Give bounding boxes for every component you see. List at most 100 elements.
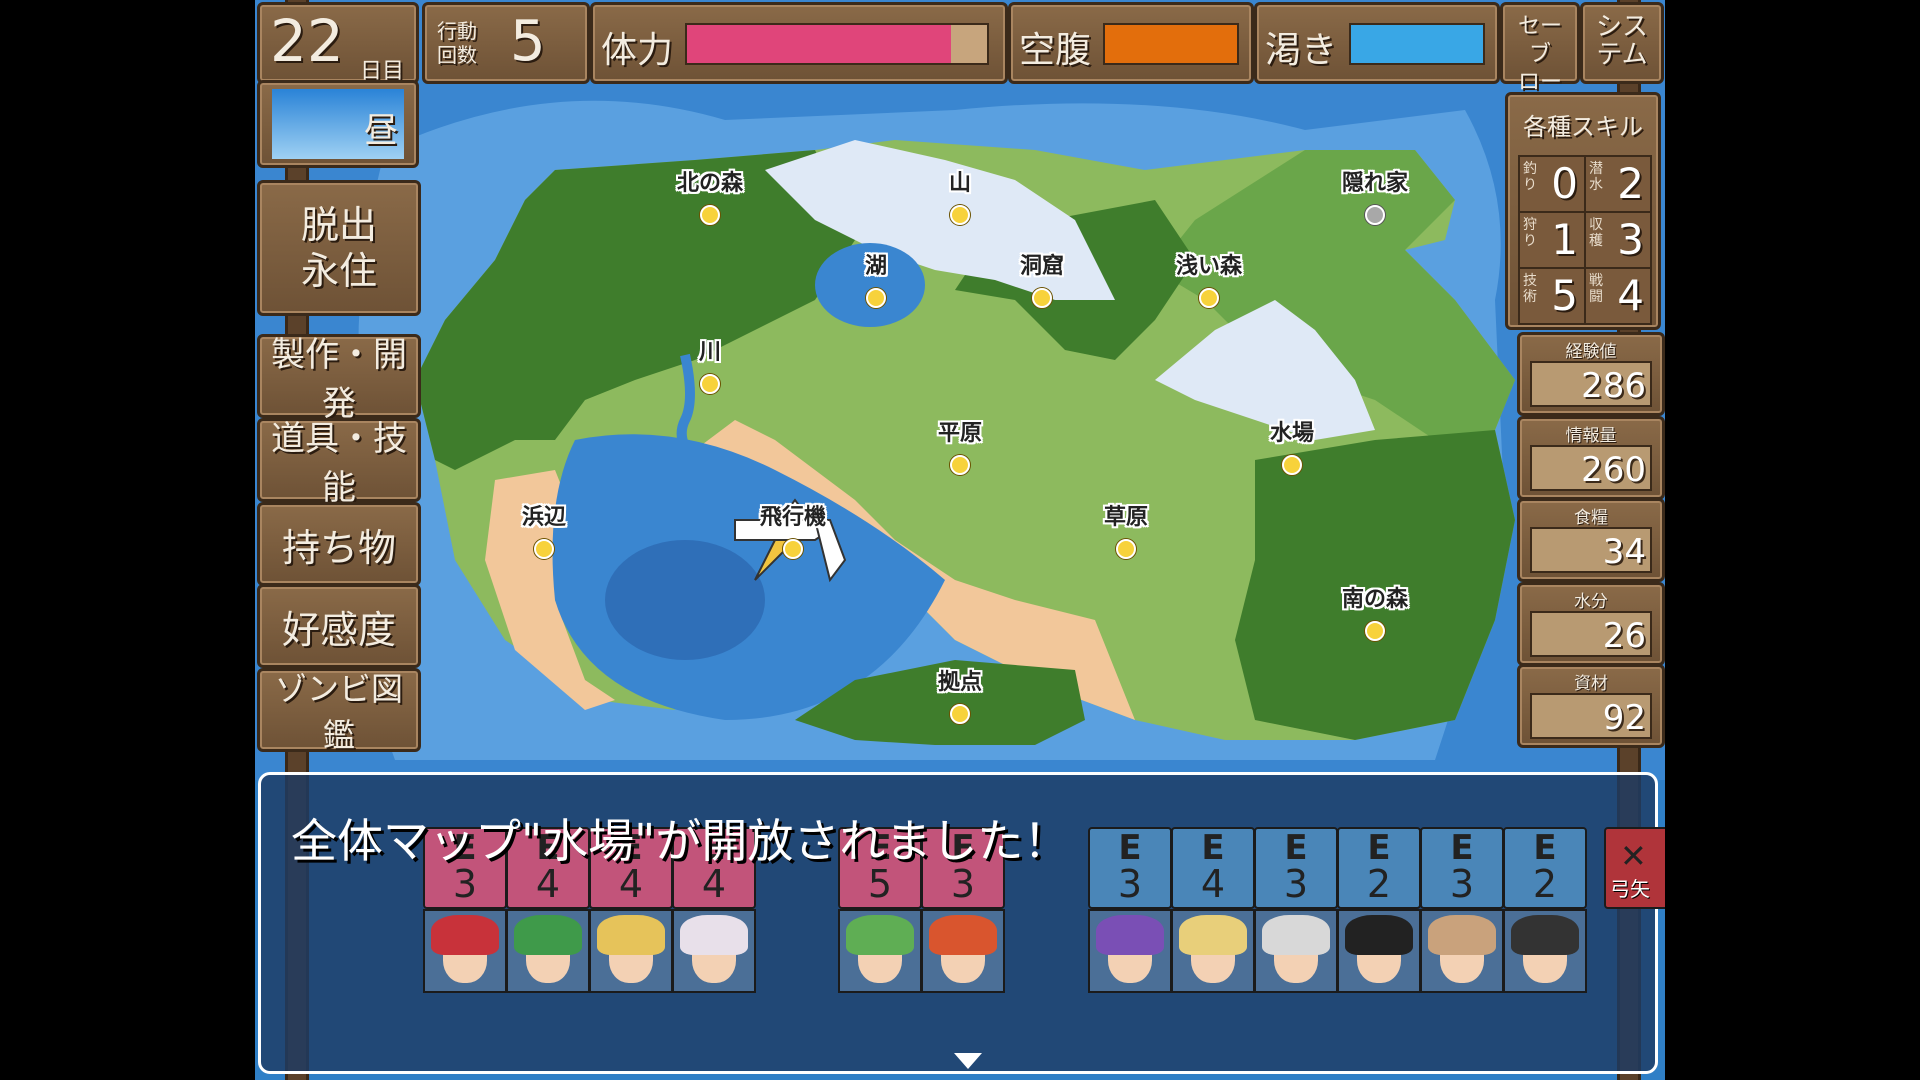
party-member-portrait[interactable] [672, 909, 756, 993]
hair [929, 915, 997, 955]
equipment-card[interactable]: E3 [1420, 827, 1504, 909]
party-member-portrait[interactable] [1088, 909, 1172, 993]
skill-hunting: 狩り 1 [1518, 211, 1586, 269]
world-map [255, 0, 1665, 780]
skill-fishing: 釣り 0 [1518, 155, 1586, 213]
save-load-button[interactable]: セーブ ロード [1500, 2, 1580, 123]
actions-panel: 行動 回数 5 [422, 2, 590, 84]
equipment-count: 4 [1200, 862, 1226, 906]
inventory-button[interactable]: 持ち物 [257, 502, 421, 586]
message-window[interactable]: 全体マップ"水場"が開放されました！ E3E4E4E4E5E3E3E4E3E2E… [258, 772, 1665, 1074]
party-member-portrait[interactable] [506, 909, 590, 993]
location-label: 浜辺 [521, 505, 567, 530]
party-member-portrait[interactable] [589, 909, 673, 993]
info-box: 情報量 260 [1517, 416, 1665, 500]
game-screen: 北の森 山 隠れ家 湖 洞窟 浅い森 川 平原 水場 浜辺 飛行機 草原 南の森… [255, 0, 1665, 1080]
location-label: 湖 [864, 254, 888, 279]
location-beach[interactable]: 浜辺 [522, 499, 566, 559]
info-value: 260 [1530, 445, 1652, 491]
equipment-count: 2 [1366, 862, 1392, 906]
weapon-slot[interactable]: ✕ 弓矢 [1604, 827, 1665, 909]
party-member-portrait[interactable] [921, 909, 1005, 993]
location-shallow-forest[interactable]: 浅い森 [1176, 248, 1242, 308]
equipment-rank: E [1367, 828, 1391, 868]
hunger-label: 空腹 [1019, 30, 1092, 71]
weapon-label: 弓矢 [1610, 877, 1650, 901]
bow-arrow-icon: ✕ [1620, 837, 1647, 875]
location-dot [949, 205, 970, 225]
day-panel: 22 日目 [257, 2, 419, 84]
location-plains[interactable]: 平原 [938, 415, 982, 475]
escape-settle-button[interactable]: 脱出 永住 [257, 180, 421, 316]
location-water-spot[interactable]: 水場 [1270, 415, 1314, 475]
location-mountain[interactable]: 山 [949, 165, 971, 225]
location-airplane[interactable]: 飛行機 [760, 499, 826, 559]
water-label: 水分 [1574, 592, 1608, 612]
materials-box: 資材 92 [1517, 664, 1665, 748]
hunger-fill [1105, 25, 1237, 63]
location-hideout[interactable]: 隠れ家 [1342, 165, 1408, 225]
thirst-fill [1351, 25, 1483, 63]
hair [1262, 915, 1330, 955]
skill-diving: 潜水 2 [1584, 155, 1652, 213]
tools-skills-button[interactable]: 道具・技能 [257, 418, 421, 508]
equipment-rank: E [1118, 828, 1142, 868]
equipment-rank: E [1284, 828, 1308, 868]
party-member-portrait[interactable] [423, 909, 507, 993]
party-member-portrait[interactable] [1171, 909, 1255, 993]
party-member-portrait[interactable] [1254, 909, 1338, 993]
exp-value: 286 [1530, 361, 1652, 407]
equipment-count: 3 [1117, 862, 1143, 906]
hair [514, 915, 582, 955]
zombie-encyclopedia-button[interactable]: ゾンビ図鑑 [257, 668, 421, 754]
exp-label: 経験値 [1565, 342, 1617, 362]
continue-arrow-icon[interactable] [954, 1053, 982, 1069]
equipment-card[interactable]: E3 [1254, 827, 1338, 909]
stamina-panel: 体力 [590, 2, 1008, 84]
location-lake[interactable]: 湖 [865, 248, 887, 308]
exp-box: 経験値 286 [1517, 332, 1665, 416]
stamina-bar [685, 23, 989, 65]
equipment-card[interactable]: E2 [1503, 827, 1587, 909]
party-member-portrait[interactable] [1337, 909, 1421, 993]
party-member-portrait[interactable] [1503, 909, 1587, 993]
food-box: 食糧 34 [1517, 498, 1665, 582]
skill-harvest: 収穫 3 [1584, 211, 1652, 269]
location-river[interactable]: 川 [699, 334, 721, 394]
skills-panel: 各種スキル 釣り 0 潜水 2 狩り 1 収穫 3 技術 5 戦闘 4 [1505, 92, 1661, 330]
system-button[interactable]: シス テム [1580, 2, 1664, 84]
location-grassland[interactable]: 草原 [1104, 499, 1148, 559]
materials-label: 資材 [1574, 674, 1608, 694]
location-dot [533, 539, 554, 559]
location-south-forest[interactable]: 南の森 [1342, 581, 1408, 641]
location-dot [699, 205, 720, 225]
party-member-portrait[interactable] [838, 909, 922, 993]
day-number: 22 [270, 7, 344, 75]
equipment-rank: E [1533, 828, 1557, 868]
hair [680, 915, 748, 955]
location-base[interactable]: 拠点 [938, 664, 982, 724]
equipment-card[interactable]: E2 [1337, 827, 1421, 909]
location-north-forest[interactable]: 北の森 [677, 165, 743, 225]
location-label: 拠点 [937, 670, 983, 695]
affection-button[interactable]: 好感度 [257, 584, 421, 668]
equipment-card[interactable]: E3 [1088, 827, 1172, 909]
water-value: 26 [1530, 611, 1652, 657]
party-member-portrait[interactable] [1420, 909, 1504, 993]
location-cave[interactable]: 洞窟 [1020, 248, 1064, 308]
location-dot [1031, 288, 1052, 308]
water-box: 水分 26 [1517, 582, 1665, 666]
equipment-card[interactable]: E4 [1171, 827, 1255, 909]
location-dot [865, 288, 886, 308]
location-dot [1198, 288, 1219, 308]
equipment-rank: E [1450, 828, 1474, 868]
settle-label: 永住 [300, 249, 377, 293]
location-dot [1281, 455, 1302, 475]
location-label: 川 [698, 340, 722, 365]
hunger-bar [1103, 23, 1239, 65]
craft-develop-button[interactable]: 製作・開発 [257, 334, 421, 424]
hair [1345, 915, 1413, 955]
resources-panel: 経験値 286 情報量 260 食糧 34 水分 26 資材 92 [1517, 332, 1665, 752]
hair [1428, 915, 1496, 955]
location-label: 草原 [1103, 505, 1149, 530]
